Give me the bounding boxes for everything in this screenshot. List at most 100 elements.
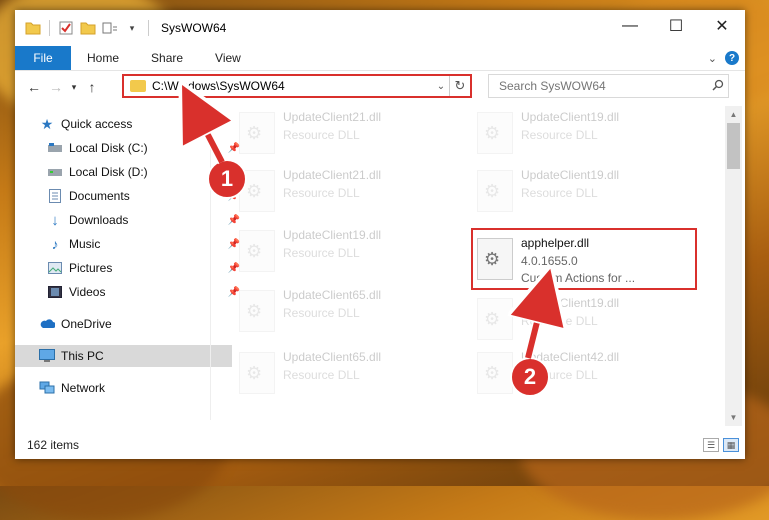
computer-icon xyxy=(39,348,55,364)
star-icon: ★ xyxy=(40,115,54,132)
tab-view[interactable]: View xyxy=(199,46,257,70)
new-folder-icon[interactable] xyxy=(80,20,96,36)
drive-icon xyxy=(47,140,63,156)
sidebar-item-label: Network xyxy=(61,381,106,395)
documents-icon xyxy=(47,188,63,204)
sidebar-item-label: Pictures xyxy=(69,261,113,275)
sidebar-item-music[interactable]: ♪ Music 📌 xyxy=(15,233,241,255)
window-controls: — ☐ ✕ xyxy=(607,10,745,42)
pictures-icon xyxy=(47,260,63,276)
recent-locations-icon[interactable]: ▾ xyxy=(67,82,81,93)
file-item[interactable]: ⚙ UpdateClient65.dll Resource DLL xyxy=(231,286,461,340)
tiles-view-icon[interactable]: ▦ xyxy=(723,438,739,452)
file-name: UpdateClient19.dll xyxy=(521,168,620,182)
tab-file[interactable]: File xyxy=(15,46,71,70)
quick-access-toolbar: ▾ xyxy=(25,20,151,36)
sidebar-item-label: Local Disk (C:) xyxy=(69,141,148,155)
search-box[interactable] xyxy=(488,74,729,98)
dll-file-icon: ⚙ xyxy=(477,298,513,340)
dll-file-icon: ⚙ xyxy=(239,290,275,332)
forward-arrow-icon[interactable]: → xyxy=(45,79,67,95)
maximize-button[interactable]: ☐ xyxy=(653,10,699,42)
dll-file-icon: ⚙ xyxy=(239,352,275,394)
dll-file-icon: ⚙ xyxy=(239,112,275,154)
close-button[interactable]: ✕ xyxy=(699,10,745,42)
back-arrow-icon[interactable]: ← xyxy=(23,79,45,95)
file-name: UpdateClient65.dll xyxy=(283,288,382,302)
title-bar: ▾ SysWOW64 — ☐ ✕ xyxy=(15,10,745,46)
sidebar-item-local-disk-c[interactable]: Local Disk (C:) 📌 xyxy=(15,137,240,159)
dropdown-arrow-icon[interactable]: ▾ xyxy=(124,20,140,36)
refresh-icon[interactable]: ↻ xyxy=(449,76,470,96)
file-name: UpdateClient65.dll xyxy=(283,350,382,364)
vertical-scrollbar[interactable]: ▲ ▼ xyxy=(725,106,742,426)
file-type: Resource DLL xyxy=(283,368,360,382)
sidebar-item-label: Documents xyxy=(69,189,130,203)
help-icon[interactable]: ? xyxy=(725,51,739,65)
file-item[interactable]: ⚙ UpdateClient21.dll Resource DLL xyxy=(231,108,461,162)
search-input[interactable] xyxy=(497,78,708,94)
sidebar-item-label: OneDrive xyxy=(61,317,112,331)
file-item[interactable]: ⚙ UpdateClient19.dll Resource DLL xyxy=(231,226,461,280)
address-bar[interactable]: C:\Windows\SysWOW64 ⌄ ↻ xyxy=(122,74,472,98)
file-item[interactable]: ⚙ UpdateClient19.dll Resource DLL xyxy=(469,294,699,348)
tab-home[interactable]: Home xyxy=(71,46,135,70)
customize-toolbar-icon[interactable] xyxy=(102,20,118,36)
scroll-thumb[interactable] xyxy=(727,123,740,169)
sidebar-item-onedrive[interactable]: OneDrive xyxy=(15,313,232,335)
sidebar-item-pictures[interactable]: Pictures 📌 xyxy=(15,257,240,279)
scroll-down-icon[interactable]: ▼ xyxy=(725,409,742,426)
minimize-button[interactable]: — xyxy=(607,10,653,42)
chevron-down-icon[interactable]: ⌄ xyxy=(708,52,717,65)
sidebar-item-quick-access[interactable]: ★ Quick access xyxy=(15,113,232,135)
sidebar-item-this-pc[interactable]: This PC xyxy=(15,345,232,367)
callout-1: 1 xyxy=(207,159,247,199)
file-type: Resource DLL xyxy=(283,246,360,260)
highlight-box-apphelper xyxy=(471,228,697,290)
drive-icon xyxy=(47,164,63,180)
file-name: UpdateClient21.dll xyxy=(283,168,382,182)
file-item[interactable]: ⚙ UpdateClient19.dll Resource DLL xyxy=(469,166,699,220)
dll-file-icon: ⚙ xyxy=(239,230,275,272)
file-item[interactable]: ⚙ UpdateClient19.dll Resource DLL xyxy=(469,108,699,162)
sidebar-item-documents[interactable]: Documents 📌 xyxy=(15,185,240,207)
sidebar-item-label: Local Disk (D:) xyxy=(69,165,148,179)
videos-icon xyxy=(47,284,63,300)
properties-icon[interactable] xyxy=(58,20,74,36)
file-name: UpdateClient19.dll xyxy=(521,110,620,124)
search-icon[interactable] xyxy=(708,79,728,94)
up-arrow-icon[interactable]: ↑ xyxy=(81,79,103,95)
dll-file-icon: ⚙ xyxy=(477,170,513,212)
sidebar-item-videos[interactable]: Videos 📌 xyxy=(15,281,240,303)
file-item[interactable]: ⚙ UpdateClient21.dll Resource DLL xyxy=(231,166,461,220)
file-type: Resource DLL xyxy=(521,128,598,142)
file-item[interactable]: ⚙ UpdateClient65.dll Resource DLL xyxy=(231,348,461,402)
tab-share[interactable]: Share xyxy=(135,46,199,70)
sidebar-item-downloads[interactable]: ↓ Downloads 📌 xyxy=(15,209,240,231)
view-toggle: ☰ ▦ xyxy=(703,438,739,452)
chevron-down-icon[interactable]: ⌄ xyxy=(433,81,449,92)
dll-file-icon: ⚙ xyxy=(477,352,513,394)
file-type: Resource DLL xyxy=(521,186,598,200)
file-type: Resource DLL xyxy=(283,186,360,200)
file-type: Resource DLL xyxy=(283,306,360,320)
file-name: UpdateClient21.dll xyxy=(283,110,382,124)
folder-icon xyxy=(25,20,41,36)
details-view-icon[interactable]: ☰ xyxy=(703,438,719,452)
sidebar-item-network[interactable]: Network xyxy=(15,377,232,399)
navigation-bar: ← → ▾ ↑ C:\Windows\SysWOW64 ⌄ ↻ xyxy=(15,71,745,103)
status-bar: 162 items ☰ ▦ xyxy=(15,434,745,456)
scroll-up-icon[interactable]: ▲ xyxy=(725,106,742,123)
navigation-pane: ★ Quick access Local Disk (C:) 📌 Local D… xyxy=(15,110,240,420)
sidebar-item-label: This PC xyxy=(61,349,104,363)
address-path[interactable]: C:\Windows\SysWOW64 xyxy=(152,79,433,93)
file-item[interactable]: ⚙ UpdateClient42.dll Resource DLL xyxy=(469,348,699,402)
dll-file-icon: ⚙ xyxy=(477,112,513,154)
file-name: UpdateClient19.dll xyxy=(521,296,620,310)
toolbar-divider xyxy=(49,20,50,36)
sidebar-item-label: Videos xyxy=(69,285,106,299)
ribbon-right-controls: ⌄ ? xyxy=(708,46,745,70)
sidebar-item-label: Music xyxy=(69,237,101,251)
file-type: Resource DLL xyxy=(283,128,360,142)
sidebar-item-label: Quick access xyxy=(61,117,133,131)
